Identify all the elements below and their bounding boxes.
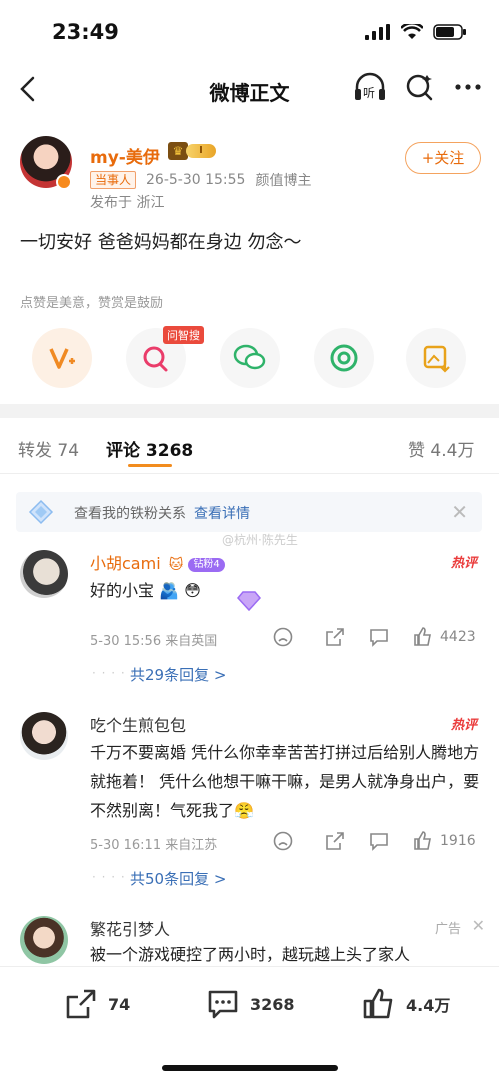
close-icon[interactable]: ✕	[472, 916, 485, 935]
author-name[interactable]: my-美伊	[90, 143, 160, 168]
view-replies-link[interactable]: 共50条回复 >	[130, 868, 226, 889]
author-meta: 当事人 26-5-30 15:55 颜值博主	[90, 170, 311, 190]
repost-button[interactable]: 74	[64, 987, 130, 1021]
comment-actions: 1916	[272, 830, 476, 852]
more-icon[interactable]	[453, 72, 483, 102]
view-replies-link[interactable]: 共29条回复 >	[130, 664, 226, 685]
close-icon[interactable]: ✕	[451, 500, 468, 524]
comment-meta: 5-30 15:56 来自英国	[90, 634, 218, 649]
status-time: 23:49	[52, 20, 119, 44]
fans-label: 查看我的铁粉关系	[74, 506, 186, 522]
fans-detail-link[interactable]: 查看详情	[194, 506, 250, 522]
fans-text: 查看我的铁粉关系 查看详情	[74, 503, 250, 523]
share-icon[interactable]	[324, 830, 346, 852]
comment-button[interactable]: 3268	[206, 987, 295, 1021]
watermark: @杭州·陈先生	[222, 533, 298, 547]
commenter-name[interactable]: 繁花引梦人	[90, 916, 170, 940]
comment-count: 3268	[250, 994, 295, 1014]
comment-likes: 4423	[440, 629, 476, 645]
tab-comments[interactable]: 评论 3268	[106, 436, 193, 461]
publish-location: 发布于 浙江	[90, 195, 165, 211]
like-button[interactable]: 4.4万	[362, 987, 450, 1021]
commenter-name-text: 小胡cami	[90, 554, 161, 573]
image-download-icon	[423, 345, 450, 373]
commenter-name[interactable]: 小胡cami 🐱 钻粉4	[90, 550, 225, 574]
author-identity: 颜值博主	[255, 173, 312, 189]
like-icon[interactable]	[412, 830, 434, 852]
hot-comment-tag: 热评	[450, 556, 477, 571]
battery-icon	[433, 24, 466, 40]
wechat-icon	[233, 344, 266, 370]
share-icon[interactable]	[324, 626, 346, 648]
listen-label: 听	[363, 86, 376, 100]
vip-level: I	[186, 144, 216, 158]
wifi-icon	[401, 24, 423, 39]
fan-level-badge: 钻粉4	[188, 557, 225, 572]
moments-share-button[interactable]	[314, 328, 374, 388]
interaction-tabs: 转发 74 评论 3268 赞 4.4万	[0, 418, 499, 474]
tab-likes[interactable]: 赞 4.4万	[408, 436, 474, 461]
purple-gem-icon	[237, 591, 261, 612]
comment-meta: 5-30 16:11 来自江苏	[90, 838, 218, 853]
commenter-avatar[interactable]	[20, 712, 68, 760]
commenter-avatar[interactable]	[20, 916, 68, 964]
share-action-row	[0, 328, 499, 388]
vip-badge[interactable]: ♛ I	[168, 142, 216, 160]
comment-text: 被一个游戏硬控了两小时，越玩越上头了家人	[90, 945, 411, 964]
comment-likes: 1916	[440, 833, 476, 849]
signal-icon	[365, 24, 390, 40]
commenter-avatar[interactable]	[20, 550, 68, 598]
comment-text: 千万不要离婚 凭什么你幸幸苦苦打拼过后给别人腾地方 就拖着！ 凭什么他想干嘛干嘛…	[90, 743, 480, 820]
crown-icon: ♛	[168, 142, 188, 160]
party-tag: 当事人	[90, 171, 137, 189]
moments-icon	[330, 344, 358, 372]
tab-repost[interactable]: 转发 74	[18, 436, 79, 461]
ask-tag: 问智搜	[163, 326, 204, 344]
post-text: 一切安好 爸爸妈妈都在身边 勿念～	[20, 232, 302, 253]
like-count: 4.4万	[406, 996, 451, 1015]
reply-dots: · · · · ·	[92, 666, 136, 680]
reward-hint: 点赞是美意，赞赏是鼓励	[20, 296, 164, 311]
face-badge-icon: 🐱	[168, 557, 184, 573]
reward-button[interactable]	[32, 328, 92, 388]
bottom-action-bar: 74 3268 4.4万	[0, 966, 499, 1080]
author-header: my-美伊 ♛ I 当事人 26-5-30 15:55 颜值博主 发布于 浙江 …	[0, 116, 499, 211]
comment-icon[interactable]	[368, 626, 390, 648]
repost-count: 74	[108, 994, 131, 1014]
save-image-button[interactable]	[406, 328, 466, 388]
iron-fans-bar[interactable]: 查看我的铁粉关系 查看详情 ✕	[16, 492, 482, 532]
dislike-icon[interactable]	[272, 626, 294, 648]
ad-tag: 广告	[434, 922, 461, 937]
nav-bar: 微博正文 听	[0, 64, 499, 116]
like-icon[interactable]	[412, 626, 434, 648]
v-plus-icon	[49, 348, 75, 369]
comment-icon[interactable]	[368, 830, 390, 852]
wechat-share-button[interactable]	[220, 328, 280, 388]
comment-actions: 4423	[272, 626, 476, 648]
dislike-icon[interactable]	[272, 830, 294, 852]
reply-dots: · · · · ·	[92, 870, 136, 884]
thumbs-up-icon	[363, 988, 393, 1019]
comment-text: 好的小宝 🫂 😳	[90, 581, 201, 600]
comment-bubble-icon	[208, 990, 238, 1019]
ai-search-icon	[143, 346, 168, 372]
section-divider	[0, 404, 499, 418]
hot-comment-tag: 热评	[450, 718, 477, 733]
status-icons	[365, 24, 467, 40]
search-icon[interactable]	[405, 72, 435, 102]
post-date: 26-5-30 15:55	[146, 172, 246, 188]
listen-button[interactable]: 听	[353, 72, 387, 102]
commenter-name[interactable]: 吃个生煎包包	[90, 712, 186, 736]
verified-badge-icon	[56, 174, 72, 190]
follow-button[interactable]: +关注	[405, 142, 481, 174]
repost-icon	[66, 989, 96, 1019]
nav-actions: 听	[353, 72, 483, 102]
active-tab-indicator	[128, 464, 172, 467]
home-indicator	[162, 1065, 338, 1071]
diamond-icon	[28, 499, 54, 525]
status-bar: 23:49	[0, 0, 499, 64]
